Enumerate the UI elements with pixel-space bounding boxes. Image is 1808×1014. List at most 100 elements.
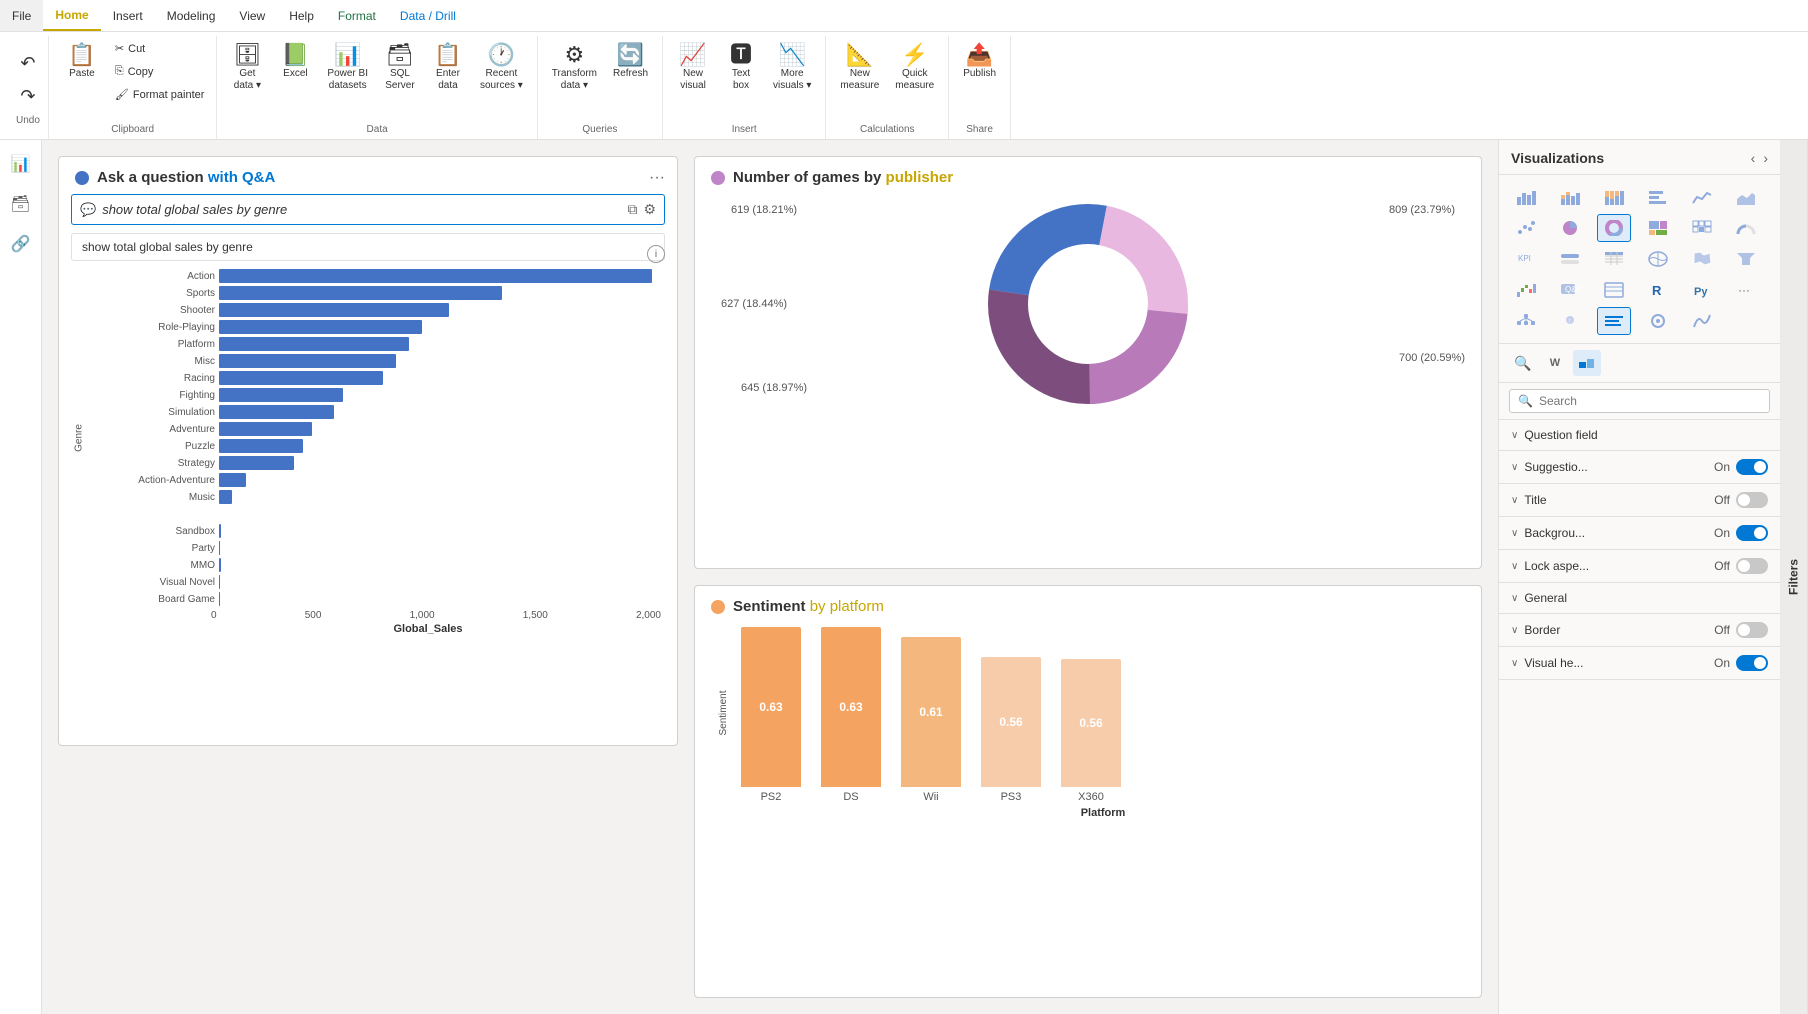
new-visual-button[interactable]: 📈 Newvisual bbox=[671, 40, 715, 96]
recent-sources-button[interactable]: 🕐 Recentsources ▾ bbox=[474, 40, 529, 96]
viz-line-chart-icon[interactable] bbox=[1685, 183, 1719, 211]
viz-slicer-icon[interactable] bbox=[1553, 245, 1587, 273]
qna-copy-icon[interactable]: ⧉ bbox=[627, 201, 637, 218]
sql-server-button[interactable]: 🗃 SQLServer bbox=[378, 40, 422, 96]
bar-fill bbox=[219, 575, 220, 589]
tab-file[interactable]: File bbox=[0, 0, 43, 31]
viz-scatter-icon[interactable] bbox=[1509, 214, 1543, 242]
background-label: Backgrou... bbox=[1524, 526, 1585, 540]
border-section[interactable]: ∨ Border Off bbox=[1499, 614, 1780, 646]
panel-search-input[interactable] bbox=[1539, 394, 1761, 408]
viz-table-icon[interactable] bbox=[1597, 245, 1631, 273]
general-section[interactable]: ∨ General bbox=[1499, 583, 1780, 613]
qna-settings-icon[interactable]: ⚙ bbox=[643, 201, 656, 218]
new-measure-button[interactable]: 📐 Newmeasure bbox=[834, 40, 885, 96]
viz-filled-map-icon[interactable] bbox=[1685, 245, 1719, 273]
enter-data-button[interactable]: 📋 Enterdata bbox=[426, 40, 470, 96]
sentiment-dot bbox=[711, 600, 725, 614]
tab-insert[interactable]: Insert bbox=[101, 0, 155, 31]
text-box-button[interactable]: 🆃 Textbox bbox=[719, 40, 763, 96]
viz-gauge-icon[interactable] bbox=[1729, 214, 1763, 242]
queries-group-label: Queries bbox=[546, 124, 654, 139]
redo-button[interactable]: ↷ bbox=[16, 82, 40, 111]
viz-matrix-icon[interactable] bbox=[1685, 214, 1719, 242]
undo-button[interactable]: ↶ bbox=[16, 49, 40, 78]
viz-treemap-icon[interactable] bbox=[1641, 214, 1675, 242]
viz-funnel-icon[interactable] bbox=[1729, 245, 1763, 273]
qna-suggestion[interactable]: show total global sales by genre bbox=[71, 233, 665, 261]
viz-100-stacked-bar-icon[interactable] bbox=[1597, 183, 1631, 211]
visual-header-toggle[interactable] bbox=[1736, 655, 1768, 671]
viz-donut-icon[interactable] bbox=[1597, 214, 1631, 242]
lock-aspect-toggle[interactable] bbox=[1736, 558, 1768, 574]
viz-custom1-icon[interactable] bbox=[1685, 307, 1719, 335]
panel-expand-button[interactable]: › bbox=[1763, 150, 1768, 166]
bar-label: Fighting bbox=[95, 390, 215, 401]
get-data-button[interactable]: 🗄 Getdata ▾ bbox=[225, 40, 269, 96]
visual-header-section[interactable]: ∨ Visual he... On bbox=[1499, 647, 1780, 679]
get-data-icon: 🗄 bbox=[233, 44, 261, 66]
lock-aspect-label: Lock aspe... bbox=[1524, 559, 1589, 573]
lock-aspect-section[interactable]: ∨ Lock aspe... Off bbox=[1499, 550, 1780, 582]
refresh-button[interactable]: 🔄 Refresh bbox=[607, 40, 654, 84]
qna-info-btn[interactable]: i bbox=[647, 245, 665, 263]
viz-word-cloud-tool[interactable]: W bbox=[1541, 350, 1569, 376]
transform-data-button[interactable]: ⚙ Transformdata ▾ bbox=[546, 40, 603, 96]
viz-qna-icon[interactable]: Q&A bbox=[1553, 276, 1587, 304]
viz-area-chart-icon[interactable] bbox=[1729, 183, 1763, 211]
tab-view[interactable]: View bbox=[227, 0, 277, 31]
copy-button[interactable]: ⎘ Copy bbox=[111, 63, 209, 80]
new-visual-label: Newvisual bbox=[680, 68, 706, 92]
background-section[interactable]: ∨ Backgrou... On bbox=[1499, 517, 1780, 549]
viz-stacked-bar-icon[interactable] bbox=[1553, 183, 1587, 211]
viz-more-icon[interactable]: ··· bbox=[1729, 276, 1763, 304]
title-toggle[interactable] bbox=[1736, 492, 1768, 508]
viz-pie-icon[interactable] bbox=[1553, 214, 1587, 242]
viz-table2-icon[interactable] bbox=[1597, 276, 1631, 304]
format-painter-button[interactable]: 🖌 Format painter bbox=[111, 86, 209, 103]
paste-button[interactable]: 📋 Paste bbox=[57, 40, 107, 84]
viz-bar-tool[interactable] bbox=[1573, 350, 1601, 376]
viz-python-icon[interactable]: Py bbox=[1685, 276, 1719, 304]
viz-circle-icon[interactable] bbox=[1641, 307, 1675, 335]
viz-decomp-icon[interactable] bbox=[1509, 307, 1543, 335]
tab-help[interactable]: Help bbox=[277, 0, 326, 31]
background-toggle[interactable] bbox=[1736, 525, 1768, 541]
viz-horizontal-bar-icon[interactable] bbox=[1641, 183, 1675, 211]
filters-tab[interactable]: Filters bbox=[1780, 140, 1808, 1014]
tab-format[interactable]: Format bbox=[326, 0, 388, 31]
question-field-section[interactable]: ∨ Question field bbox=[1499, 420, 1780, 450]
publish-button[interactable]: 📤 Publish bbox=[957, 40, 1002, 84]
quick-measure-button[interactable]: ⚡ Quickmeasure bbox=[889, 40, 940, 96]
viz-waterfall-icon[interactable] bbox=[1509, 276, 1543, 304]
panel-collapse-button[interactable]: ‹ bbox=[1751, 150, 1756, 166]
x-axis-label: Global_Sales bbox=[75, 623, 661, 635]
title-section[interactable]: ∨ Title Off bbox=[1499, 484, 1780, 516]
bar-row: Music bbox=[95, 490, 661, 504]
data-view-button[interactable]: 🗃 bbox=[5, 188, 37, 220]
viz-smart-narrative-icon[interactable] bbox=[1597, 307, 1631, 335]
bar-container bbox=[219, 524, 661, 538]
viz-r-icon[interactable]: R bbox=[1641, 276, 1675, 304]
more-visuals-button[interactable]: 📉 Morevisuals ▾ bbox=[767, 40, 817, 96]
viz-bar-chart-icon[interactable] bbox=[1509, 183, 1543, 211]
suggestion-section[interactable]: ∨ Suggestio... On bbox=[1499, 451, 1780, 483]
viz-map-icon[interactable] bbox=[1641, 245, 1675, 273]
border-toggle[interactable] bbox=[1736, 622, 1768, 638]
qna-search-input[interactable] bbox=[102, 202, 621, 217]
model-view-button[interactable]: 🔗 bbox=[5, 228, 37, 260]
excel-button[interactable]: 📗 Excel bbox=[273, 40, 317, 84]
suggestion-toggle[interactable] bbox=[1736, 459, 1768, 475]
cut-button[interactable]: ✂ Cut bbox=[111, 40, 209, 57]
report-view-button[interactable]: 📊 bbox=[5, 148, 37, 180]
viz-search-tool[interactable]: 🔍 bbox=[1509, 350, 1537, 376]
viz-kpi-icon[interactable]: KPI bbox=[1509, 245, 1543, 273]
svg-text:KPI: KPI bbox=[1518, 254, 1531, 263]
power-bi-datasets-button[interactable]: 📊 Power BIdatasets bbox=[321, 40, 374, 96]
qna-more-button[interactable]: ··· bbox=[649, 169, 665, 187]
tab-data-drill[interactable]: Data / Drill bbox=[388, 0, 468, 31]
tab-modeling[interactable]: Modeling bbox=[155, 0, 228, 31]
tab-home[interactable]: Home bbox=[43, 0, 100, 31]
bar-row: Misc bbox=[95, 354, 661, 368]
viz-key-influencers-icon[interactable]: ↑ bbox=[1553, 307, 1587, 335]
